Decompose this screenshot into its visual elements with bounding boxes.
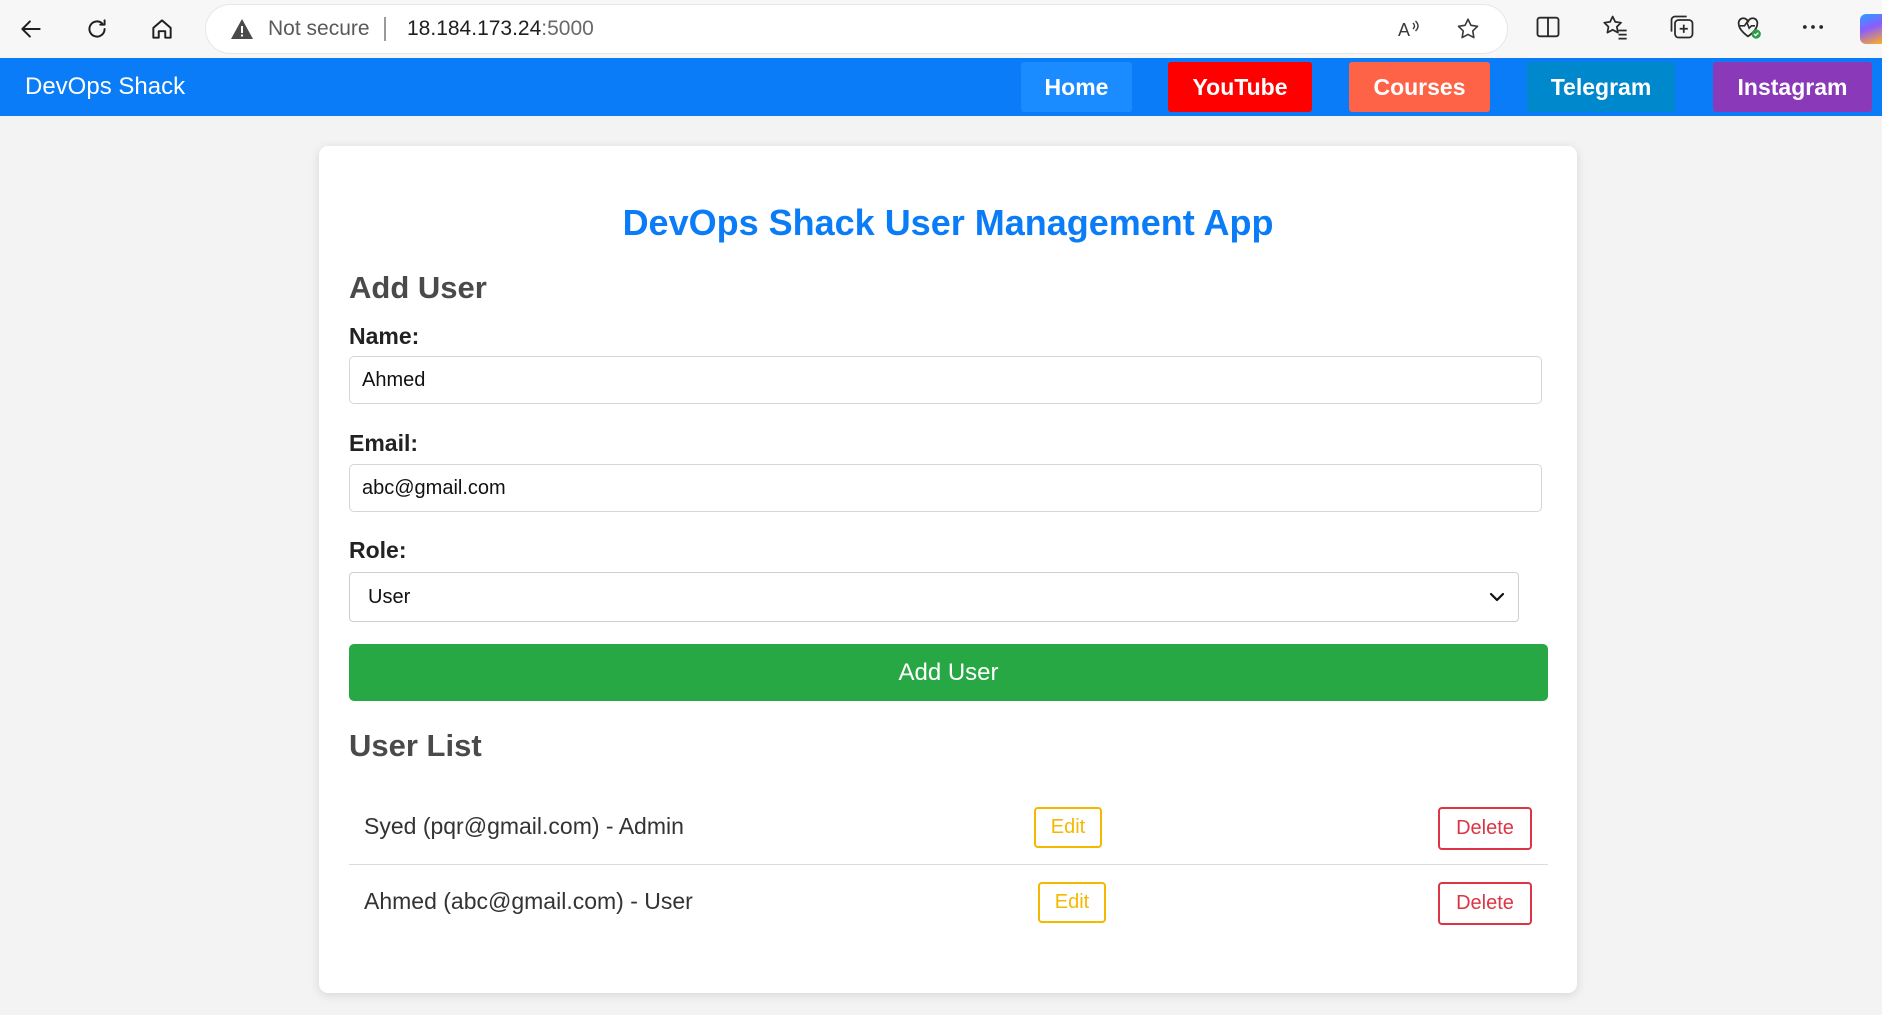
url-host: 18.184.173.24 xyxy=(407,17,542,40)
url-text[interactable]: 18.184.173.24:5000 xyxy=(407,5,594,53)
delete-button[interactable]: Delete xyxy=(1438,882,1532,925)
email-input[interactable] xyxy=(349,464,1542,512)
brand-name[interactable]: DevOps Shack xyxy=(25,58,185,116)
favorites-icon[interactable] xyxy=(1601,13,1629,41)
svg-text:A: A xyxy=(1398,20,1410,40)
edit-button[interactable]: Edit xyxy=(1038,882,1106,923)
add-user-button[interactable]: Add User xyxy=(349,644,1548,701)
user-list-heading: User List xyxy=(349,728,482,763)
browser-toolbar: Not secure 18.184.173.24:5000 A xyxy=(0,0,1882,58)
back-icon[interactable] xyxy=(11,9,51,49)
delete-button[interactable]: Delete xyxy=(1438,807,1532,850)
role-select[interactable]: User xyxy=(349,572,1519,622)
list-item: Ahmed (abc@gmail.com) - User Edit Delete xyxy=(349,864,1548,939)
page-title: DevOps Shack User Management App xyxy=(622,202,1274,243)
nav-telegram-link[interactable]: Telegram xyxy=(1527,62,1675,112)
add-user-heading: Add User xyxy=(349,270,487,305)
user-info: Ahmed (abc@gmail.com) - User xyxy=(364,888,693,914)
warning-icon[interactable] xyxy=(230,18,254,40)
nav-courses-link[interactable]: Courses xyxy=(1349,62,1490,112)
nav-youtube-link[interactable]: YouTube xyxy=(1168,62,1312,112)
site-navbar: DevOps Shack Home YouTube Courses Telegr… xyxy=(0,58,1882,116)
chevron-down-icon xyxy=(1489,592,1505,602)
role-selected-value: User xyxy=(368,586,411,608)
list-item: Syed (pqr@gmail.com) - Admin Edit Delete xyxy=(349,789,1548,865)
nav-home-link[interactable]: Home xyxy=(1021,62,1132,112)
split-screen-icon[interactable] xyxy=(1534,13,1562,41)
email-label: Email: xyxy=(349,430,419,456)
role-label: Role: xyxy=(349,537,407,563)
home-icon[interactable] xyxy=(142,9,182,49)
more-options-icon[interactable] xyxy=(1799,13,1827,41)
favorite-star-icon[interactable] xyxy=(1455,16,1481,42)
name-input[interactable] xyxy=(349,356,1542,404)
user-info: Syed (pqr@gmail.com) - Admin xyxy=(364,813,684,839)
url-port: :5000 xyxy=(541,17,594,40)
address-bar[interactable]: Not secure 18.184.173.24:5000 A xyxy=(206,5,1507,53)
browser-essentials-icon[interactable] xyxy=(1734,13,1762,41)
edit-button[interactable]: Edit xyxy=(1034,807,1102,848)
name-label: Name: xyxy=(349,323,420,349)
address-separator xyxy=(384,17,386,41)
nav-instagram-link[interactable]: Instagram xyxy=(1713,62,1872,112)
copilot-icon[interactable] xyxy=(1860,14,1882,44)
read-aloud-icon[interactable]: A xyxy=(1396,16,1422,42)
not-secure-label[interactable]: Not secure xyxy=(268,5,370,53)
refresh-icon[interactable] xyxy=(77,9,117,49)
collections-icon[interactable] xyxy=(1668,13,1696,41)
user-management-card: DevOps Shack User Management App Add Use… xyxy=(319,146,1577,993)
